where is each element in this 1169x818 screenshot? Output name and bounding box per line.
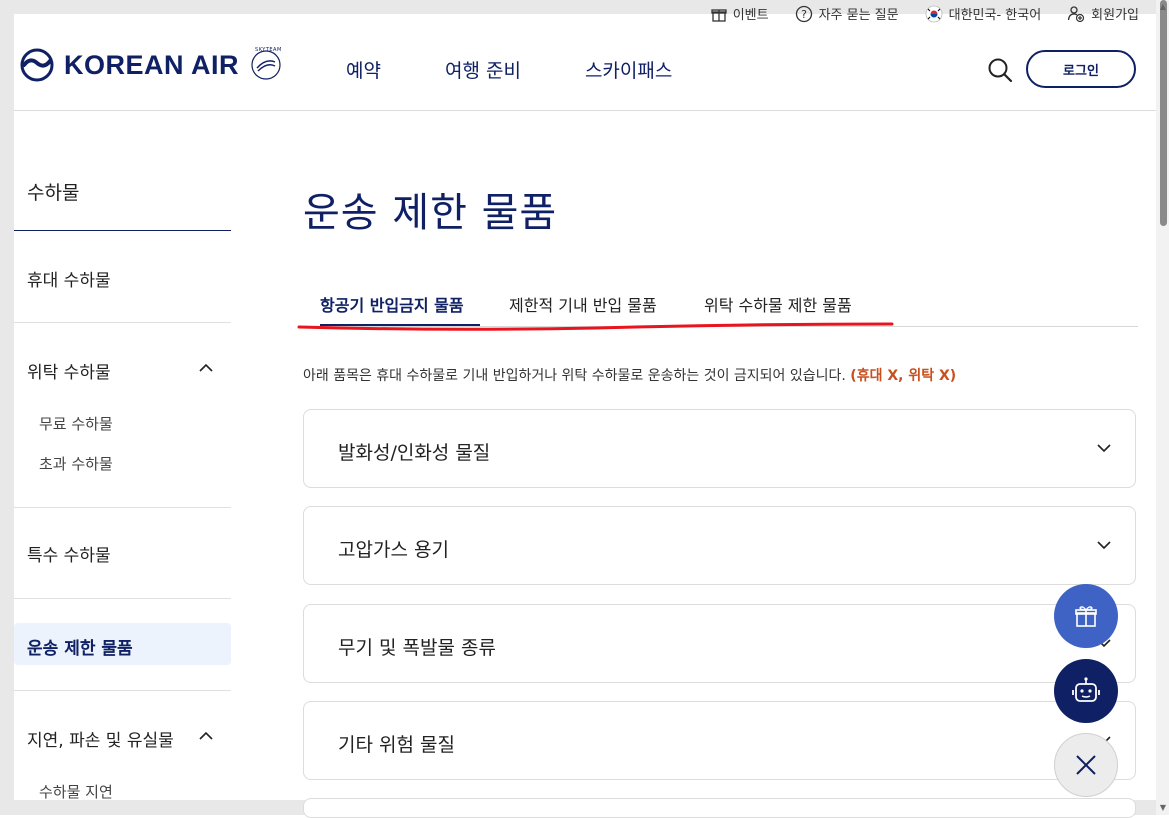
chevron-up-icon[interactable] — [198, 728, 214, 744]
skyteam-badge: SKYTEAM — [249, 47, 283, 82]
util-faq-link[interactable]: ? 자주 묻는 질문 — [795, 4, 899, 23]
accordion-flammable[interactable]: 발화성/인화성 물질 — [303, 409, 1136, 488]
svg-text:?: ? — [801, 8, 807, 21]
notice-body: 아래 품목은 휴대 수하물로 기내 반입하거나 위탁 수하물로 운송하는 것이 … — [303, 368, 851, 384]
tab-checked-restricted[interactable]: 위탁 수하물 제한 물품 — [704, 292, 852, 316]
accordion-partial[interactable] — [303, 798, 1136, 818]
skyteam-label: SKYTEAM — [255, 47, 282, 53]
window-frame-left — [0, 0, 14, 815]
util-language-link[interactable]: 대한민국- 한국어 — [925, 4, 1042, 23]
util-event-link[interactable]: 이벤트 — [711, 4, 769, 23]
sidebar-subitem-excess[interactable]: 초과 수하물 — [39, 453, 113, 474]
util-signup-label: 회원가입 — [1091, 8, 1139, 23]
utility-nav: 이벤트 ? 자주 묻는 질문 대한민국- 한국어 회원가입 — [711, 4, 1139, 23]
chevron-up-icon[interactable] — [198, 360, 214, 376]
chatbot-button[interactable] — [1054, 659, 1118, 723]
logo-wordmark: KOREAN AIR — [64, 49, 240, 80]
robot-icon — [1072, 677, 1100, 702]
sidebar-divider — [14, 507, 231, 508]
accordion-label: 기타 위험 물질 — [338, 734, 455, 756]
nav-travel-prep[interactable]: 여행 준비 — [445, 56, 521, 83]
question-icon: ? — [795, 5, 812, 22]
gift-icon — [1075, 606, 1097, 627]
sidebar-item-checked[interactable]: 위탁 수하물 — [27, 358, 111, 383]
accordion-label: 발화성/인화성 물질 — [338, 442, 491, 464]
util-event-label: 이벤트 — [732, 8, 769, 23]
sidebar-title-divider — [14, 230, 231, 231]
taeguk-logo-icon — [20, 48, 54, 82]
sidebar-item-delay-damage[interactable]: 지연, 파손 및 유실물 — [27, 726, 174, 751]
scroll-up-icon[interactable]: ▲ — [1158, 2, 1168, 12]
notice-text: 아래 품목은 휴대 수하물로 기내 반입하거나 위탁 수하물로 운송하는 것이 … — [303, 365, 956, 385]
main-nav: 예약 여행 준비 스카이패스 — [346, 56, 672, 83]
scroll-down-icon[interactable]: ▼ — [1158, 803, 1168, 813]
util-faq-label: 자주 묻는 질문 — [818, 8, 899, 23]
accordion-label: 고압가스 용기 — [338, 539, 449, 561]
accordion-other-hazardous[interactable]: 기타 위험 물질 — [303, 701, 1136, 780]
sidebar-divider — [14, 598, 231, 599]
sidebar-subitem-delay[interactable]: 수하물 지연 — [39, 781, 113, 802]
accordion-label: 무기 및 폭발물 종류 — [338, 637, 496, 659]
scrollbar-thumb[interactable] — [1160, 0, 1167, 226]
sidebar-subitem-free[interactable]: 무료 수하물 — [39, 413, 113, 434]
util-signup-link[interactable]: 회원가입 — [1067, 4, 1139, 23]
tab-prohibited[interactable]: 항공기 반입금지 물품 — [320, 292, 464, 316]
page-title: 운송 제한 물품 — [303, 190, 558, 236]
korean-air-logo[interactable]: KOREAN AIR SKYTEAM — [20, 47, 283, 82]
sidebar-item-special[interactable]: 특수 수하물 — [27, 541, 111, 566]
chevron-down-icon — [1097, 541, 1111, 550]
notice-highlight: (휴대 X, 위탁 X) — [850, 368, 957, 384]
user-add-icon — [1068, 5, 1085, 22]
login-button[interactable]: 로그인 — [1026, 50, 1136, 88]
nav-skypass[interactable]: 스카이패스 — [585, 56, 672, 83]
accordion-compressed-gas[interactable]: 고압가스 용기 — [303, 506, 1136, 585]
red-annotation-underline — [297, 322, 894, 331]
chevron-down-icon — [1097, 444, 1111, 453]
close-floating-button[interactable] — [1054, 733, 1118, 797]
util-language-label: 대한민국- 한국어 — [948, 8, 1042, 23]
close-icon — [1076, 755, 1096, 775]
tab-limited-cabin[interactable]: 제한적 기내 반입 물품 — [509, 292, 657, 316]
sidebar-item-carry-on[interactable]: 휴대 수하물 — [27, 266, 111, 291]
sidebar-title: 수하물 — [27, 182, 80, 204]
sidebar-divider — [14, 690, 231, 691]
korea-flag-icon — [925, 5, 943, 22]
skyteam-icon — [251, 50, 281, 80]
nav-reservation[interactable]: 예약 — [346, 56, 381, 83]
site-header: KOREAN AIR SKYTEAM 예약 여행 준비 스카이패스 로그인 — [14, 14, 1156, 111]
search-icon[interactable] — [986, 56, 1014, 84]
sidebar-divider — [14, 322, 231, 323]
accordion-weapons[interactable]: 무기 및 폭발물 종류 — [303, 604, 1136, 683]
sidebar-item-restricted[interactable]: 운송 제한 물품 — [27, 634, 133, 659]
event-gift-button[interactable] — [1054, 584, 1118, 648]
gift-icon — [711, 8, 727, 22]
